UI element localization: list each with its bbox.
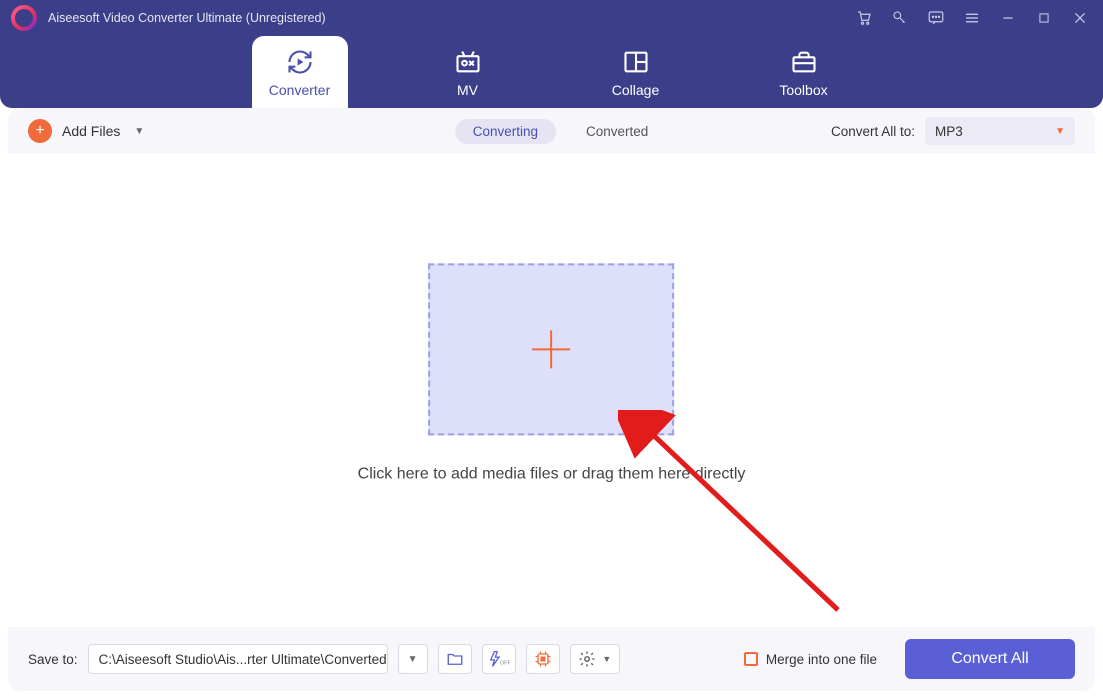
feedback-icon[interactable] [927, 9, 945, 27]
bolt-off-icon: OFF [488, 650, 510, 668]
save-path-field[interactable]: C:\Aiseesoft Studio\Ais...rter Ultimate\… [88, 644, 388, 674]
chevron-down-icon: ▼ [1055, 126, 1065, 137]
merge-label: Merge into one file [766, 652, 877, 667]
chip-on-icon [533, 649, 553, 669]
tab-toolbox-label: Toolbox [779, 82, 827, 98]
collage-icon [622, 48, 650, 76]
chevron-down-icon: ▼ [134, 126, 144, 137]
close-icon[interactable] [1071, 9, 1089, 27]
open-folder-button[interactable] [438, 644, 472, 674]
app-title: Aiseesoft Video Converter Ultimate (Unre… [48, 11, 326, 25]
add-files-label: Add Files [62, 123, 120, 139]
save-to-label: Save to: [28, 652, 78, 667]
title-bar-top: Aiseesoft Video Converter Ultimate (Unre… [0, 0, 1103, 36]
status-segment: Converting Converted [455, 119, 649, 144]
plus-icon [526, 324, 576, 374]
segment-converting[interactable]: Converting [455, 119, 556, 144]
segment-converted[interactable]: Converted [586, 124, 648, 139]
output-format-value: MP3 [935, 124, 963, 139]
toolbar: + Add Files ▼ Converting Converted Conve… [8, 108, 1095, 154]
content-panel: + Add Files ▼ Converting Converted Conve… [8, 108, 1095, 691]
merge-checkbox[interactable]: Merge into one file [744, 652, 877, 667]
footer-bar: Save to: C:\Aiseesoft Studio\Ais...rter … [8, 627, 1095, 691]
plus-icon: + [28, 119, 52, 143]
dropzone-wrap: Click here to add media files or drag th… [358, 263, 746, 483]
maximize-icon[interactable] [1035, 9, 1053, 27]
key-icon[interactable] [891, 9, 909, 27]
convert-all-to-label: Convert All to: [831, 124, 915, 139]
gpu-accel-button[interactable] [526, 644, 560, 674]
chevron-down-icon: ▼ [602, 654, 611, 664]
gear-icon [578, 650, 596, 668]
mv-icon [454, 48, 482, 76]
tab-mv[interactable]: MV [420, 36, 516, 108]
tab-toolbox[interactable]: Toolbox [756, 36, 852, 108]
window-controls [855, 9, 1089, 27]
cart-icon[interactable] [855, 9, 873, 27]
menu-icon[interactable] [963, 9, 981, 27]
toolbox-icon [790, 48, 818, 76]
tab-converter-label: Converter [269, 82, 330, 98]
checkbox-icon [744, 652, 758, 666]
dropzone-text: Click here to add media files or drag th… [358, 465, 746, 483]
main-tabs: Converter MV Collage [0, 36, 1103, 108]
add-files-button[interactable]: + Add Files ▼ [28, 119, 144, 143]
tab-converter[interactable]: Converter [252, 36, 348, 108]
hardware-accel-button[interactable]: OFF [482, 644, 516, 674]
folder-icon [446, 650, 464, 668]
tab-mv-label: MV [457, 82, 478, 98]
dropzone[interactable] [428, 263, 674, 435]
app-logo-icon [10, 4, 38, 32]
title-bar: Aiseesoft Video Converter Ultimate (Unre… [0, 0, 1103, 108]
settings-button[interactable]: ▼ [570, 644, 620, 674]
tab-collage-label: Collage [612, 82, 659, 98]
output-format-select[interactable]: MP3 ▼ [925, 117, 1075, 145]
svg-text:OFF: OFF [499, 661, 509, 667]
convert-all-to: Convert All to: MP3 ▼ [831, 117, 1075, 145]
tab-collage[interactable]: Collage [588, 36, 684, 108]
content-area: Click here to add media files or drag th… [8, 154, 1095, 627]
save-path-dropdown[interactable]: ▼ [398, 644, 428, 674]
convert-all-button[interactable]: Convert All [905, 639, 1075, 679]
converter-icon [286, 48, 314, 76]
minimize-icon[interactable] [999, 9, 1017, 27]
